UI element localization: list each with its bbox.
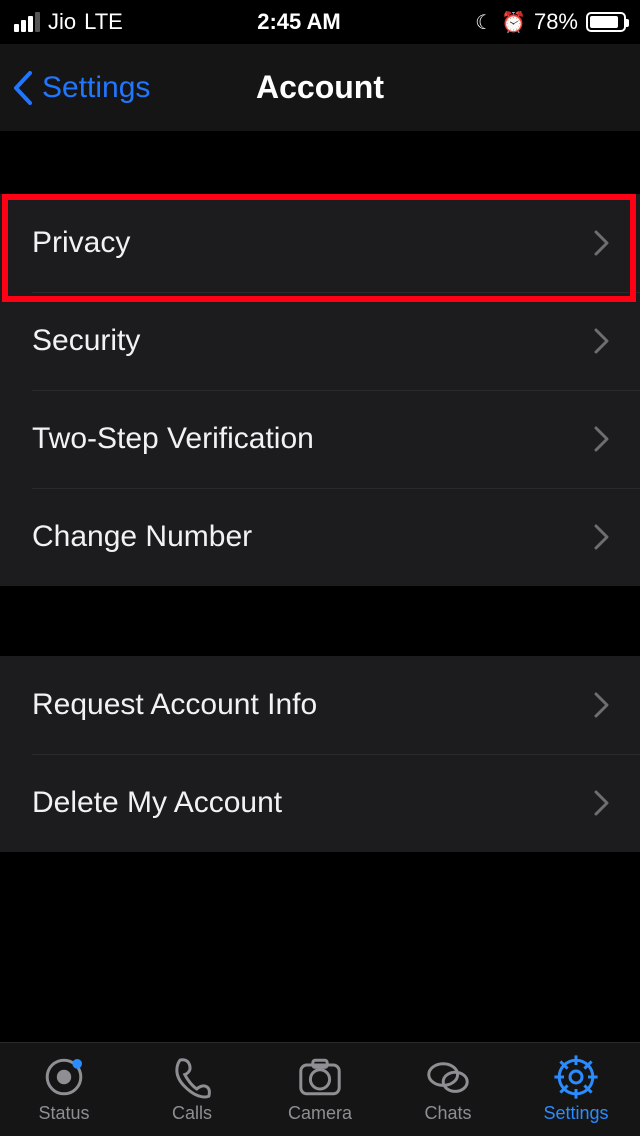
status-time: 2:45 AM [257, 9, 341, 35]
tab-label: Status [38, 1103, 89, 1124]
chevron-left-icon [12, 71, 34, 105]
list-group-account: Privacy Security Two-Step Verification C… [0, 194, 640, 586]
status-right: ☾ ⏰ 78% [475, 9, 626, 35]
battery-percentage: 78% [534, 9, 578, 35]
tab-status[interactable]: Status [0, 1055, 128, 1124]
carrier-label: Jio [48, 9, 76, 35]
row-label: Delete My Account [32, 786, 282, 820]
chevron-right-icon [594, 230, 610, 256]
row-label: Privacy [32, 226, 130, 260]
nav-bar: Settings Account [0, 44, 640, 132]
row-label: Change Number [32, 520, 252, 554]
chevron-right-icon [594, 524, 610, 550]
chevron-right-icon [594, 790, 610, 816]
row-label: Two-Step Verification [32, 422, 314, 456]
alarm-icon: ⏰ [501, 10, 526, 35]
status-bar: Jio LTE 2:45 AM ☾ ⏰ 78% [0, 0, 640, 44]
battery-icon [586, 12, 626, 32]
tab-calls[interactable]: Calls [128, 1055, 256, 1124]
tab-bar: Status Calls Camera Chats Settings [0, 1042, 640, 1136]
chevron-right-icon [594, 692, 610, 718]
tab-camera[interactable]: Camera [256, 1055, 384, 1124]
tab-settings[interactable]: Settings [512, 1055, 640, 1124]
tab-chats[interactable]: Chats [384, 1055, 512, 1124]
chat-icon [424, 1055, 472, 1099]
list-group-manage: Request Account Info Delete My Account [0, 656, 640, 852]
section-gap [0, 586, 640, 656]
tab-label: Camera [288, 1103, 352, 1124]
row-label: Request Account Info [32, 688, 317, 722]
row-privacy[interactable]: Privacy [0, 194, 640, 292]
signal-icon [14, 12, 40, 32]
row-request-info[interactable]: Request Account Info [0, 656, 640, 754]
tab-label: Settings [543, 1103, 608, 1124]
camera-icon [296, 1055, 344, 1099]
moon-icon: ☾ [475, 10, 493, 35]
phone-icon [168, 1055, 216, 1099]
tab-label: Calls [172, 1103, 212, 1124]
status-left: Jio LTE [14, 9, 123, 35]
back-button[interactable]: Settings [0, 71, 150, 105]
gear-icon [552, 1055, 600, 1099]
section-gap [0, 132, 640, 194]
chevron-right-icon [594, 426, 610, 452]
row-label: Security [32, 324, 140, 358]
tab-label: Chats [424, 1103, 471, 1124]
network-label: LTE [84, 9, 123, 35]
back-label: Settings [42, 71, 150, 105]
row-change-number[interactable]: Change Number [0, 488, 640, 586]
row-two-step[interactable]: Two-Step Verification [0, 390, 640, 488]
status-icon [40, 1055, 88, 1099]
row-delete-account[interactable]: Delete My Account [0, 754, 640, 852]
row-security[interactable]: Security [0, 292, 640, 390]
chevron-right-icon [594, 328, 610, 354]
